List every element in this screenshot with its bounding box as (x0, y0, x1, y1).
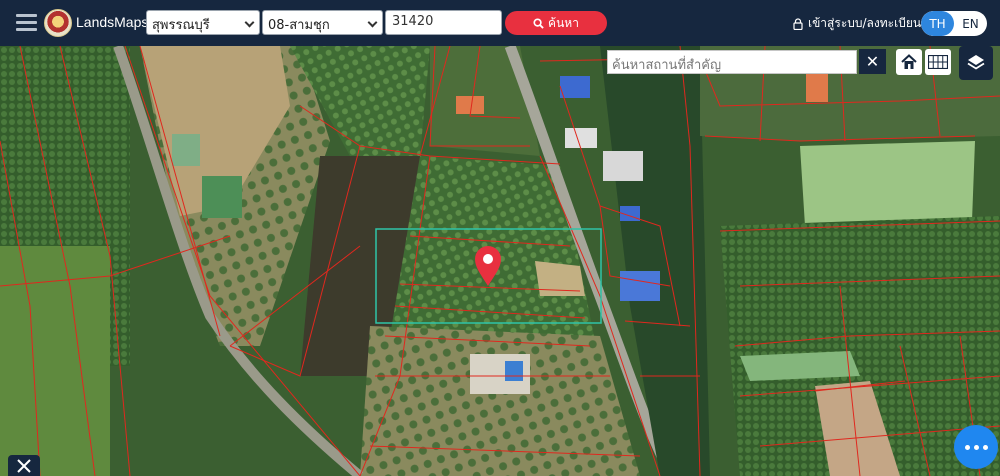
more-icon-dot (973, 444, 979, 450)
field-light (740, 351, 860, 381)
blue-roof (560, 76, 590, 98)
province-value: สุพรรณบุรี (152, 18, 210, 33)
layers-button[interactable] (959, 46, 993, 80)
chevron-down-icon (367, 17, 378, 28)
landsmaps-logo (44, 9, 72, 37)
more-options-button[interactable] (954, 425, 998, 469)
pond-large (800, 141, 975, 226)
login-label: เข้าสู่ระบบ/ลงทะเบียน (808, 16, 922, 30)
grid-icon (928, 55, 948, 69)
amphoe-select[interactable]: 08-สามชุก (262, 10, 383, 35)
measure-tools-button[interactable] (8, 455, 40, 476)
orange-roof (806, 74, 828, 102)
place-search-input[interactable]: ค้นหาสถานที่สำคัญ (607, 50, 857, 74)
white-roof (565, 128, 597, 148)
satellite-map[interactable] (0, 46, 1000, 476)
language-toggle: TH EN (921, 11, 987, 36)
app-name: LandsMaps (76, 14, 149, 30)
search-button[interactable]: ค้นหา (505, 11, 607, 35)
lang-th-button[interactable]: TH (921, 11, 954, 36)
search-button-label: ค้นหา (548, 15, 579, 30)
orange-roof (456, 96, 484, 114)
chevron-down-icon (244, 17, 255, 28)
white-roof (603, 151, 643, 181)
close-icon[interactable]: ✕ (859, 49, 886, 74)
blue-roof (505, 361, 523, 381)
lang-en-button[interactable]: EN (954, 11, 987, 36)
lock-icon (793, 17, 803, 30)
layers-icon (967, 55, 985, 70)
pond-green (202, 176, 242, 218)
amphoe-value: 08-สามชุก (268, 18, 330, 33)
login-link[interactable]: เข้าสู่ระบบ/ลงทะเบียน (793, 14, 921, 33)
blue-roof (620, 271, 660, 301)
more-icon-dot (982, 444, 988, 450)
pond-small (172, 134, 200, 166)
top-bar: LandsMaps สุพรรณบุรี 08-สามชุก 31420 ค้น… (0, 0, 1000, 46)
orchard-south (360, 326, 640, 476)
parcel-number-input[interactable]: 31420 (385, 10, 502, 35)
home-icon (901, 54, 917, 69)
measure-tools-icon (17, 458, 31, 473)
search-icon (533, 17, 544, 29)
menu-icon[interactable] (16, 14, 37, 31)
home-button[interactable] (896, 49, 922, 75)
more-icon (964, 444, 970, 450)
province-select[interactable]: สุพรรณบุรี (146, 10, 260, 35)
grid-button[interactable] (925, 49, 951, 75)
